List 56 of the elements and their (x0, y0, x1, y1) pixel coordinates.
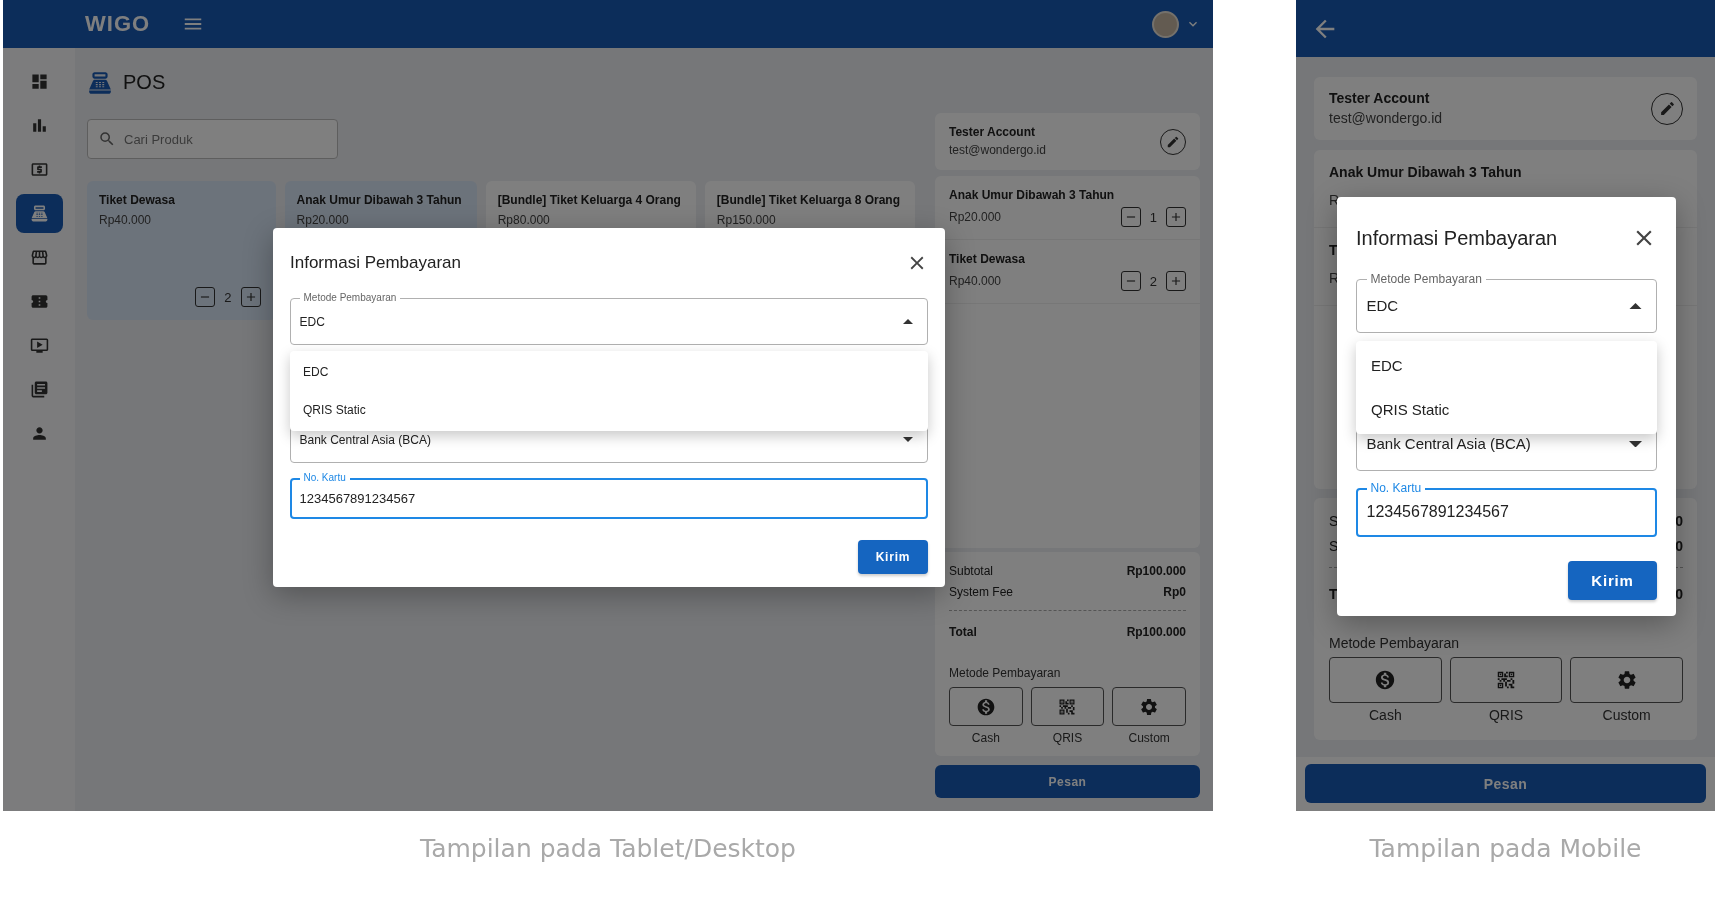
quantity: 2 (1149, 273, 1157, 289)
select-value: Bank Central Asia (BCA) (1365, 435, 1532, 453)
account-email: test@wondergo.id (949, 143, 1046, 158)
cart-item-price: Rp20.000 (949, 209, 1002, 225)
product-name: Anak Umur Dibawah 3 Tahun (296, 193, 462, 208)
section-label: Metode Pembayaran (949, 666, 1062, 681)
quantity: 2 (224, 289, 232, 305)
payment-method-label: QRIS (1052, 731, 1083, 746)
cart-item-name: Anak Umur Dibawah 3 Tahun (949, 188, 1116, 203)
product-price: Rp80.000 (497, 213, 551, 228)
product-price: Rp150.000 (716, 213, 777, 228)
payment-method-label: Custom (1602, 707, 1651, 725)
product-name: [Bundle] Tiket Keluarga 8 Orang (716, 193, 900, 208)
page-title: POS (123, 71, 166, 94)
dialog-title: Informasi Pembayaran (290, 253, 462, 273)
section-label: Metode Pembayaran (1329, 634, 1460, 652)
input-value: 1234567891234567 (299, 491, 416, 506)
summary-value: 0 (1675, 513, 1683, 531)
summary-label: Subtotal (949, 564, 994, 579)
cart-item-name: Anak Umur Dibawah 3 Tahun (1329, 164, 1523, 182)
summary-label: System Fee (949, 585, 1014, 600)
payment-method-label: Cash (1369, 707, 1402, 725)
select-value: EDC (1365, 297, 1400, 315)
cart-item-price: R (1329, 191, 1340, 209)
select-value: EDC (298, 314, 326, 329)
field-label: No. Kartu (299, 472, 350, 484)
account-name: Tester Account (949, 125, 1036, 140)
cart-item-name: Tiket Dewasa (949, 252, 1026, 267)
total-label: T (1329, 586, 1338, 604)
total-value: Rp100.000 (1126, 625, 1186, 640)
product-price: Rp20.000 (296, 213, 350, 228)
account-email: test@wondergo.id (1329, 110, 1443, 128)
field-label: Metode Pembayaran (299, 292, 401, 304)
summary-value: 0 (1675, 537, 1683, 555)
payment-method-label: Custom (1128, 731, 1170, 746)
cart-item-price: Rp40.000 (949, 273, 1002, 289)
product-name: Tiket Dewasa (99, 193, 176, 208)
product-name: [Bundle] Tiket Keluarga 4 Orang (497, 193, 681, 208)
quantity: 1 (1149, 209, 1157, 225)
payment-method-label: QRIS (1488, 707, 1524, 725)
summary-value: Rp0 (1163, 585, 1186, 600)
select-value: Bank Central Asia (BCA) (298, 432, 432, 447)
payment-method-label: Cash (971, 731, 1000, 746)
dialog-title: Informasi Pembayaran (1356, 226, 1558, 250)
input-value: 1234567891234567 (1366, 503, 1509, 522)
caption: Tampilan pada Mobile (1369, 834, 1642, 863)
logo: WIGO (85, 11, 151, 37)
placeholder-text: Cari Produk (124, 131, 193, 147)
product-price: Rp40.000 (99, 213, 153, 228)
account-name: Tester Account (1329, 89, 1431, 107)
summary-value: Rp100.000 (1126, 564, 1186, 579)
total-label: Total (949, 625, 977, 640)
total-value: 0 (1675, 586, 1683, 604)
field-label: Metode Pembayaran (1366, 271, 1486, 287)
caption: Tampilan pada Tablet/Desktop (420, 834, 796, 863)
cart-item-name: T (1329, 242, 1339, 260)
